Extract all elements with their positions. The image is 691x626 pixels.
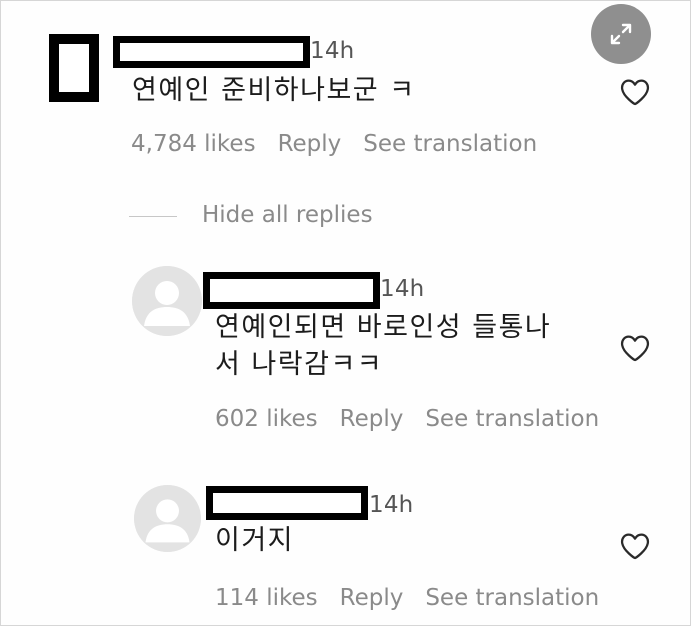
avatar (134, 485, 201, 552)
default-avatar-icon (134, 485, 201, 552)
like-button[interactable] (618, 331, 652, 365)
like-button[interactable] (618, 529, 652, 563)
comment-meta: 4,784 likes Reply See translation (131, 133, 559, 156)
reply-meta: 114 likes Reply See translation (215, 587, 621, 610)
avatar (132, 266, 202, 336)
likes-count[interactable]: 114 likes (215, 585, 318, 611)
reply-text-line1: 이거지 (215, 525, 295, 556)
like-button[interactable] (618, 75, 652, 109)
comments-panel: 14h 연예인 준비하나보군 ㅋ 4,784 likes Reply See tra… (0, 0, 691, 626)
see-translation-button[interactable]: See translation (425, 406, 599, 432)
redacted-username (113, 36, 310, 68)
reply-meta: 602 likes Reply See translation (215, 408, 621, 431)
redacted-avatar (49, 34, 99, 102)
reply-button[interactable]: Reply (340, 585, 404, 611)
expand-arrows-icon (610, 23, 632, 45)
redacted-username (206, 486, 368, 520)
reply-button[interactable]: Reply (278, 131, 342, 157)
see-translation-button[interactable]: See translation (425, 585, 599, 611)
replies-divider-line (129, 216, 177, 217)
comment-time: 14h (310, 38, 355, 64)
reply-time: 14h (380, 276, 425, 302)
default-avatar-icon (132, 266, 202, 336)
heart-icon (620, 335, 650, 362)
see-translation-button[interactable]: See translation (363, 131, 537, 157)
reply-text-line2: 서 나락감ㅋㅋ (215, 349, 384, 380)
likes-count[interactable]: 602 likes (215, 406, 318, 432)
expand-button[interactable] (591, 4, 651, 64)
reply-time: 14h (369, 492, 414, 518)
comment-text: 연예인 준비하나보군 ㅋ (132, 75, 416, 106)
reply-button[interactable]: Reply (340, 406, 404, 432)
heart-icon (620, 79, 650, 106)
likes-count[interactable]: 4,784 likes (131, 131, 256, 157)
heart-icon (620, 533, 650, 560)
hide-replies-button[interactable]: Hide all replies (202, 204, 373, 227)
redacted-username (203, 272, 380, 309)
reply-text-line1: 연예인되면 바로인성 들통나 (215, 312, 552, 343)
